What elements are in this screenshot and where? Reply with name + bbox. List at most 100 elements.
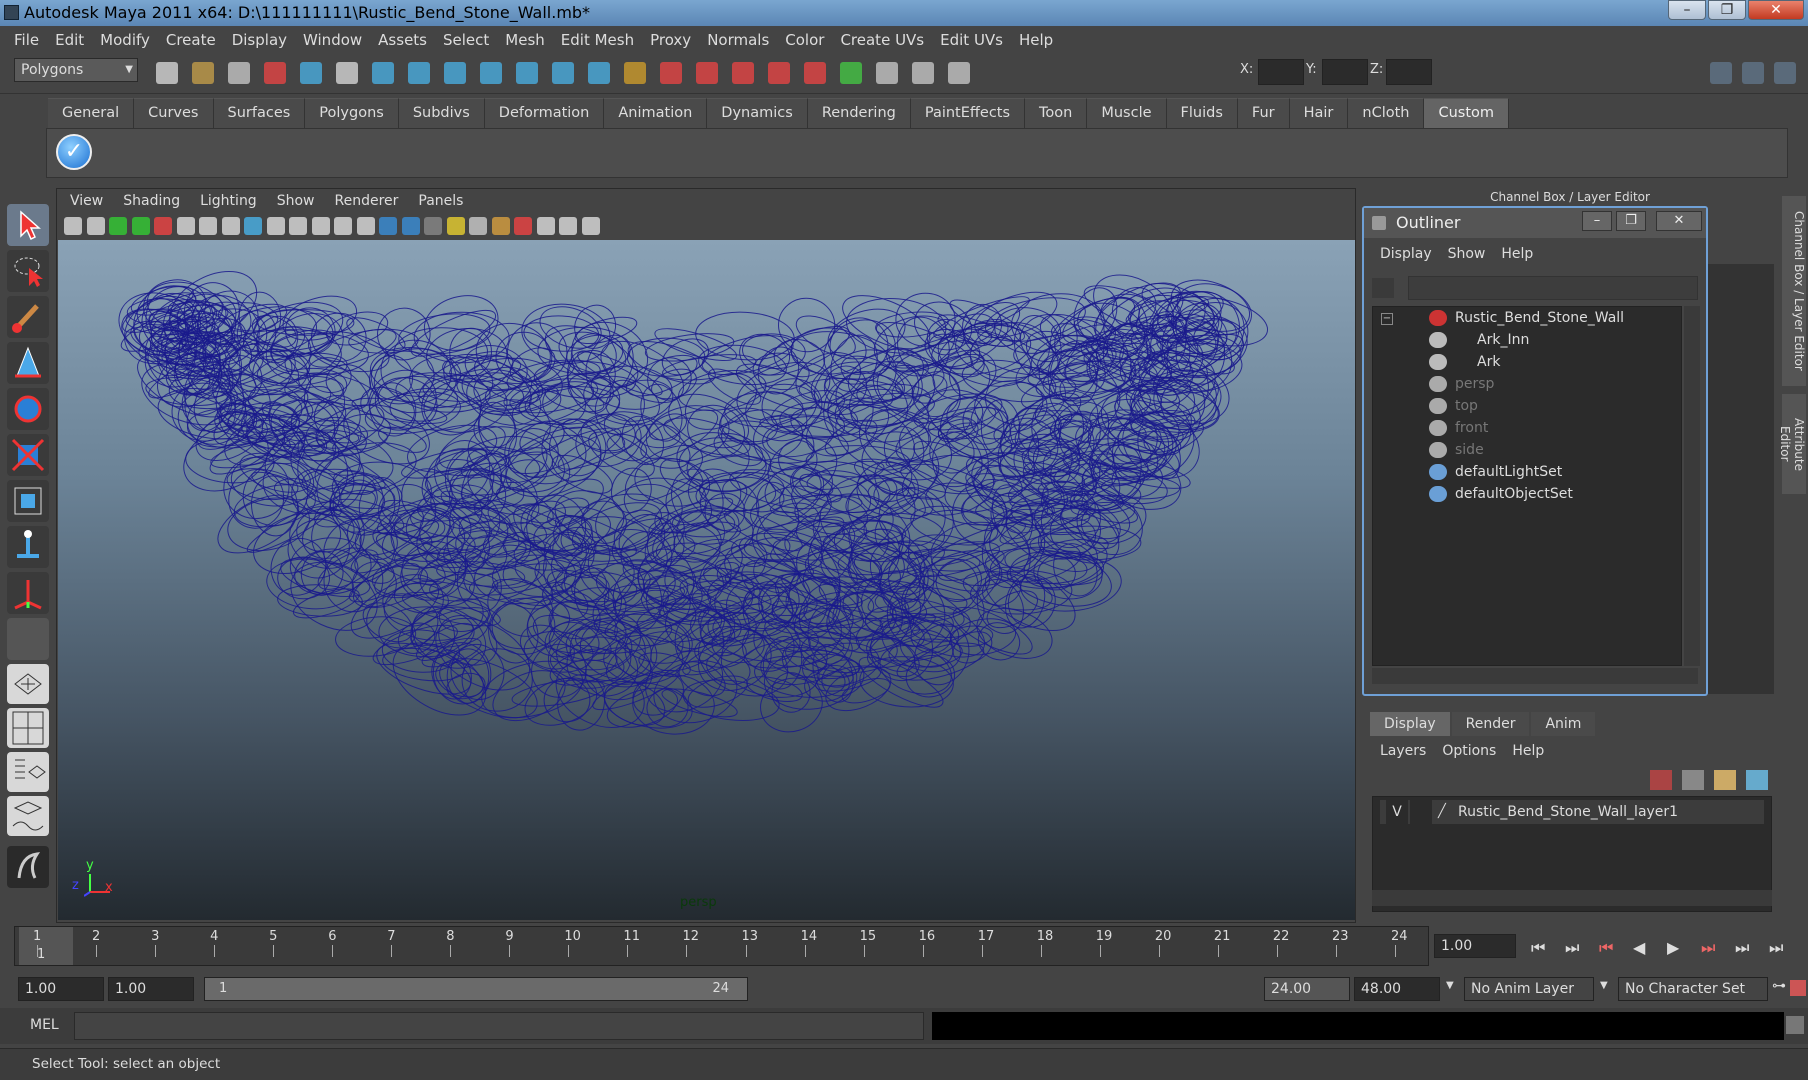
hud-icon[interactable] (581, 217, 600, 235)
wireframe-icon[interactable] (356, 217, 375, 235)
play-backward-icon[interactable]: ◀ (1633, 938, 1645, 957)
viewport-menu-shading[interactable]: Shading (113, 190, 190, 212)
snap-grid-icon[interactable] (372, 62, 394, 84)
last-tool-slot[interactable] (7, 618, 49, 660)
render-settings-icon[interactable] (768, 62, 790, 84)
layer-tab-render[interactable]: Render (1451, 712, 1530, 736)
current-time-marker[interactable] (19, 927, 73, 965)
outliner-vertical-scrollbar[interactable] (1684, 306, 1700, 666)
four-view-layout-icon[interactable] (7, 708, 49, 748)
shelf-tab-hair[interactable]: Hair (1289, 98, 1349, 128)
outliner-maximize-button[interactable]: ❐ (1616, 211, 1646, 231)
current-frame-field[interactable]: 1.00 (1434, 934, 1516, 958)
maximize-button[interactable]: ❐ (1708, 0, 1746, 20)
character-set-dropdown[interactable]: No Character Set (1618, 977, 1768, 1001)
viewport-menu-renderer[interactable]: Renderer (324, 190, 408, 212)
menu-assets[interactable]: Assets (370, 31, 435, 49)
sequence-icon[interactable] (948, 62, 970, 84)
persp-graph-layout-icon[interactable] (7, 796, 49, 836)
menu-window[interactable]: Window (295, 31, 370, 49)
time-slider[interactable]: 1 1 2 3 4 5 6 7 8 9 10 11 12 13 14 15 16 17 18 19 20 21 22 23 2… (14, 926, 1429, 966)
menu-modify[interactable]: Modify (92, 31, 158, 49)
menu-proxy[interactable]: Proxy (642, 31, 699, 49)
check-shelf-icon[interactable]: ✓ (56, 134, 92, 170)
chevron-down-icon[interactable]: ▼ (1600, 980, 1608, 991)
stone-wall-wireframe[interactable] (112, 258, 1272, 740)
menu-select[interactable]: Select (435, 31, 497, 49)
make-live-icon[interactable] (516, 62, 538, 84)
step-back-key-icon[interactable]: ⏭ (1565, 938, 1579, 958)
shaded-wire-icon[interactable] (401, 217, 420, 235)
shelf-tab-muscle[interactable]: Muscle (1087, 98, 1167, 128)
anim-layer-dropdown[interactable]: No Anim Layer (1464, 977, 1594, 1001)
rotate-tool-icon[interactable] (7, 388, 49, 430)
viewport-menu-show[interactable]: Show (267, 190, 325, 212)
y-field[interactable] (1322, 59, 1368, 85)
range-slider[interactable]: 1 24 (204, 977, 748, 1001)
viewport-menu-lighting[interactable]: Lighting (190, 190, 267, 212)
shelf-tab-toon[interactable]: Toon (1025, 98, 1088, 128)
safe-action-icon[interactable] (311, 217, 330, 235)
wireframe-mesh[interactable] (58, 240, 1355, 920)
scale-tool-icon[interactable] (7, 434, 49, 476)
manipulator-tool-icon[interactable] (7, 480, 49, 522)
snap-point-icon[interactable] (444, 62, 466, 84)
menu-display[interactable]: Display (224, 31, 295, 49)
shelf-tab-ncloth[interactable]: nCloth (1348, 98, 1425, 128)
outliner-item-defaultobjectset[interactable]: defaultObjectSet (1429, 483, 1573, 505)
shelf-tab-painteffects[interactable]: PaintEffects (910, 98, 1026, 128)
xray-icon[interactable] (536, 217, 555, 235)
ipr-render-icon[interactable] (732, 62, 754, 84)
viewport-menu-view[interactable]: View (60, 190, 113, 212)
shelf-tab-general[interactable]: General (48, 98, 135, 128)
shelf-tab-dynamics[interactable]: Dynamics (707, 98, 808, 128)
channel-box-icon[interactable] (1742, 62, 1764, 84)
layer-tab-display[interactable]: Display (1370, 712, 1450, 736)
outliner-menu-show[interactable]: Show (1440, 242, 1494, 266)
layer-menu-layers[interactable]: Layers (1372, 740, 1434, 762)
layer-row[interactable]: V ╱ Rustic_Bend_Stone_Wall_layer1 (1380, 800, 1764, 824)
select-object-icon[interactable] (300, 62, 322, 84)
safe-title-icon[interactable] (334, 217, 352, 235)
tool-settings-icon[interactable] (1774, 62, 1796, 84)
script-editor-icon[interactable] (1786, 1016, 1804, 1034)
select-highlight-icon[interactable] (660, 62, 682, 84)
playback-end-field[interactable]: 24.00 (1264, 977, 1350, 1001)
step-forward-key-icon[interactable]: ⏭ (1735, 938, 1749, 958)
outliner-item-persp[interactable]: persp (1429, 373, 1494, 395)
step-forward-icon[interactable]: ⏭ (1701, 938, 1715, 958)
field-chart-icon[interactable] (289, 217, 307, 235)
animation-start-field[interactable]: 1.00 (18, 977, 104, 1001)
outliner-menu-help[interactable]: Help (1493, 242, 1541, 266)
film-gate-icon[interactable] (221, 217, 240, 235)
outliner-item-side[interactable]: side (1429, 439, 1484, 461)
input-output-icon[interactable] (840, 62, 862, 84)
shelf-tab-deformation[interactable]: Deformation (484, 98, 605, 128)
collapse-icon[interactable]: − (1381, 313, 1393, 325)
move-down-icon[interactable] (1746, 770, 1768, 790)
outliner-item-top[interactable]: top (1429, 395, 1478, 417)
shelf-tab-custom[interactable]: Custom (1424, 98, 1510, 128)
render-view-icon[interactable] (912, 62, 934, 84)
show-manipulator-icon[interactable] (7, 572, 49, 614)
outliner-item-ark[interactable]: Ark (1429, 351, 1500, 373)
shelf-tab-animation[interactable]: Animation (604, 98, 708, 128)
new-scene-icon[interactable] (156, 62, 178, 84)
menu-create-uvs[interactable]: Create UVs (832, 31, 932, 49)
outliner-persp-layout-icon[interactable] (7, 752, 49, 792)
hypershade-icon[interactable] (804, 62, 826, 84)
go-to-start-icon[interactable]: ⏮ (1531, 938, 1545, 958)
camera-select-icon[interactable] (64, 217, 82, 235)
menu-file[interactable]: File (6, 31, 47, 49)
new-layer-selected-icon[interactable] (1682, 770, 1704, 790)
menu-edit-mesh[interactable]: Edit Mesh (553, 31, 642, 49)
go-to-end-icon[interactable]: ⏭ (1769, 938, 1783, 958)
grease-pencil-icon[interactable] (176, 217, 195, 235)
menu-help[interactable]: Help (1011, 31, 1061, 49)
move-tool-icon[interactable] (7, 342, 49, 384)
mel-label[interactable]: MEL (30, 1017, 59, 1033)
layer-menu-help[interactable]: Help (1504, 740, 1552, 762)
menu-mesh[interactable]: Mesh (497, 31, 553, 49)
play-forward-icon[interactable]: ▶ (1667, 938, 1679, 957)
chevron-down-icon[interactable]: ▼ (1446, 980, 1454, 991)
